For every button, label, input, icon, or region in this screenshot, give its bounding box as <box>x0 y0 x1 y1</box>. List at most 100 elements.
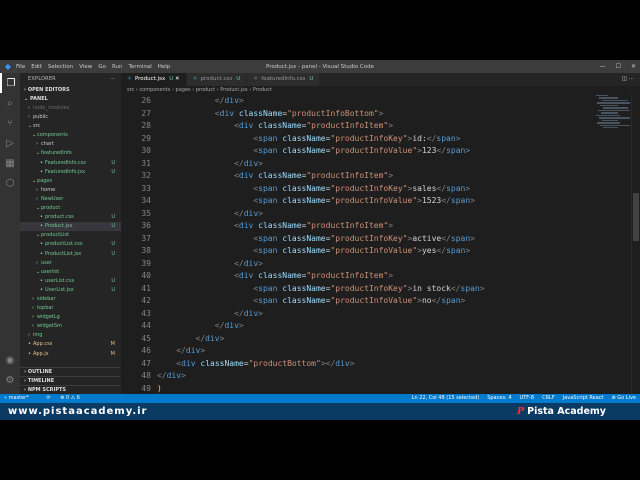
tree-item[interactable]: ⌄components <box>20 131 121 140</box>
code-line[interactable]: </div> <box>157 370 485 383</box>
status-item[interactable]: Spaces: 4 <box>487 395 511 401</box>
menu-item-go[interactable]: Go <box>98 64 106 70</box>
code-line[interactable]: ) <box>157 383 485 395</box>
code-line[interactable]: <div className="productInfoBottom"> <box>157 108 485 121</box>
tree-item[interactable]: • App.js M <box>20 350 121 359</box>
tree-item[interactable]: • productList.css U <box>20 240 121 249</box>
breadcrumb[interactable]: src › components › pages › product › Pro… <box>121 86 640 95</box>
problems-indicator[interactable]: ⊗ 0 ⚠ 6 <box>60 395 80 401</box>
outline-section[interactable]: › OUTLINE <box>20 367 121 376</box>
tree-item[interactable]: ⌄featuredInfo <box>20 149 121 158</box>
code-line[interactable]: <span className="productInfoValue">no</s… <box>157 295 485 308</box>
tree-item[interactable]: ⌄pages <box>20 177 121 186</box>
status-item[interactable]: CRLF <box>542 395 555 401</box>
account-icon[interactable]: ◉ <box>0 350 20 370</box>
status-item[interactable]: Ln 22, Col 48 (15 selected) <box>412 395 480 401</box>
menu-item-edit[interactable]: Edit <box>31 64 42 70</box>
menu-item-terminal[interactable]: Terminal <box>128 64 151 70</box>
source-control-icon[interactable]: ⑂ <box>0 113 20 133</box>
branch-indicator[interactable]: ⑂ master* <box>4 395 37 401</box>
editor-tab[interactable]: ⚛ Product.jsx U ✕ <box>121 73 187 86</box>
code-line[interactable]: <span className="productInfoKey">in stoc… <box>157 283 484 296</box>
tree-item[interactable]: • App.css M <box>20 340 121 349</box>
tree-item-label: chart <box>41 141 54 148</box>
tree-item[interactable]: › user <box>20 259 121 268</box>
tree-item[interactable]: • FeaturedInfo.css U <box>20 159 121 168</box>
tree-item[interactable]: › home <box>20 186 121 195</box>
code-line[interactable]: <div className="productBottom"></div> <box>157 358 485 371</box>
close-tab-icon[interactable]: ✕ <box>173 76 180 82</box>
code-line[interactable]: </div> <box>157 320 485 333</box>
remote-icon[interactable]: ⬡ <box>0 173 20 193</box>
menu-item-file[interactable]: File <box>16 64 25 70</box>
tree-item[interactable]: • product.css U <box>20 213 121 222</box>
code-line[interactable]: <span className="productInfoKey">active<… <box>157 233 485 246</box>
code-line[interactable]: </div> <box>157 258 485 271</box>
tree-item[interactable]: › topbar <box>20 304 121 313</box>
minimize-icon[interactable]: — <box>600 63 606 70</box>
tree-item[interactable]: • FeaturedInfo.jsx U <box>20 168 121 177</box>
tree-item[interactable]: › widgetLg <box>20 313 121 322</box>
timeline-section[interactable]: › TIMELINE <box>20 376 121 385</box>
tree-item[interactable]: › chart <box>20 140 121 149</box>
tree-item[interactable]: ⌄product <box>20 204 121 213</box>
tree-item[interactable]: • UserList.jsx U <box>20 286 121 295</box>
code-line[interactable]: <span className="productInfoKey">id:</sp… <box>157 133 485 146</box>
code-line[interactable]: <span className="productInfoValue">1523<… <box>157 195 485 208</box>
code-token: span <box>450 196 471 205</box>
tree-item[interactable]: › public <box>20 113 121 122</box>
status-item[interactable]: UTF-8 <box>520 395 535 401</box>
run-debug-icon[interactable]: ▷ <box>0 133 20 153</box>
explorer-icon[interactable]: ❐ <box>0 73 20 93</box>
tree-item[interactable]: › NewUser <box>20 195 121 204</box>
menu-item-run[interactable]: Run <box>112 64 123 70</box>
code-line[interactable]: <div className="productInfoItem"> <box>157 170 485 183</box>
tree-item[interactable]: › img <box>20 331 121 340</box>
editor-tab[interactable]: ⚛ product.css U <box>186 73 248 86</box>
code-line[interactable]: <div className="productInfoItem"> <box>157 220 485 233</box>
scrollbar-thumb[interactable] <box>633 193 639 241</box>
more-actions-icon[interactable]: ··· <box>110 73 115 86</box>
code-lines[interactable]: </div> <div className="productInfoBottom… <box>157 95 485 394</box>
code-line[interactable]: </div> <box>157 158 485 171</box>
code-line[interactable]: <div className="productInfoItem"> <box>157 270 485 283</box>
tree-item[interactable]: ⌄userlist <box>20 268 121 277</box>
open-editors-section[interactable]: › OPEN EDITORS <box>20 86 121 95</box>
code-line[interactable]: </div> <box>157 208 485 221</box>
code-line[interactable]: </div> <box>157 333 485 346</box>
tree-item[interactable]: › node_modules <box>20 104 121 113</box>
tree-item[interactable]: › widgetSm <box>20 322 121 331</box>
status-item[interactable]: JavaScript React <box>563 395 604 401</box>
split-editor-icon[interactable]: ◫ <box>622 76 627 82</box>
tree-item[interactable]: ⌄src <box>20 122 121 131</box>
project-section[interactable]: ⌄ PANEL <box>20 95 121 104</box>
code-line[interactable]: <span className="productInfoKey">sales</… <box>157 183 485 196</box>
tree-item[interactable]: • Product.jsx U <box>20 222 121 232</box>
menu-item-view[interactable]: View <box>79 64 92 70</box>
editor-tab[interactable]: ⚛ featuredInfo.css U <box>247 73 321 86</box>
tree-item[interactable]: • ProductList.jsx U <box>20 250 121 259</box>
extensions-icon[interactable]: ▦ <box>0 153 20 173</box>
more-icon[interactable]: ··· <box>629 76 634 82</box>
menu-item-help[interactable]: Help <box>158 64 171 70</box>
code-line[interactable]: <span className="productInfoValue">123</… <box>157 145 485 158</box>
code-editor[interactable]: 26 27 28 29 30 31 32 33 34 35 36 37 38 39 40 41 42 43 44 45… <box>121 95 640 394</box>
tree-item[interactable]: ⌄productList <box>20 231 121 240</box>
search-icon[interactable]: ⌕ <box>0 93 20 113</box>
minimap[interactable] <box>596 95 632 135</box>
sync-icon[interactable]: ⟳ <box>46 395 50 401</box>
code-line[interactable]: </div> <box>157 95 485 108</box>
status-item[interactable]: ⊕ Go Live <box>611 395 636 401</box>
code-line[interactable]: <div className="productInfoItem"> <box>157 120 485 133</box>
menu-item-selection[interactable]: Selection <box>48 64 73 70</box>
npm-scripts-section[interactable]: › NPM SCRIPTS <box>20 385 121 394</box>
maximize-icon[interactable]: ☐ <box>616 63 621 70</box>
gear-icon[interactable]: ⚙ <box>0 370 20 390</box>
tree-item[interactable]: • userList.css U <box>20 277 121 286</box>
tree-item[interactable]: › sidebar <box>20 295 121 304</box>
code-line[interactable]: </div> <box>157 345 485 358</box>
code-line[interactable]: </div> <box>157 308 485 321</box>
vertical-scrollbar[interactable] <box>631 95 640 394</box>
close-icon[interactable]: ✕ <box>631 63 636 70</box>
code-line[interactable]: <span className="productInfoValue">yes</… <box>157 245 485 258</box>
